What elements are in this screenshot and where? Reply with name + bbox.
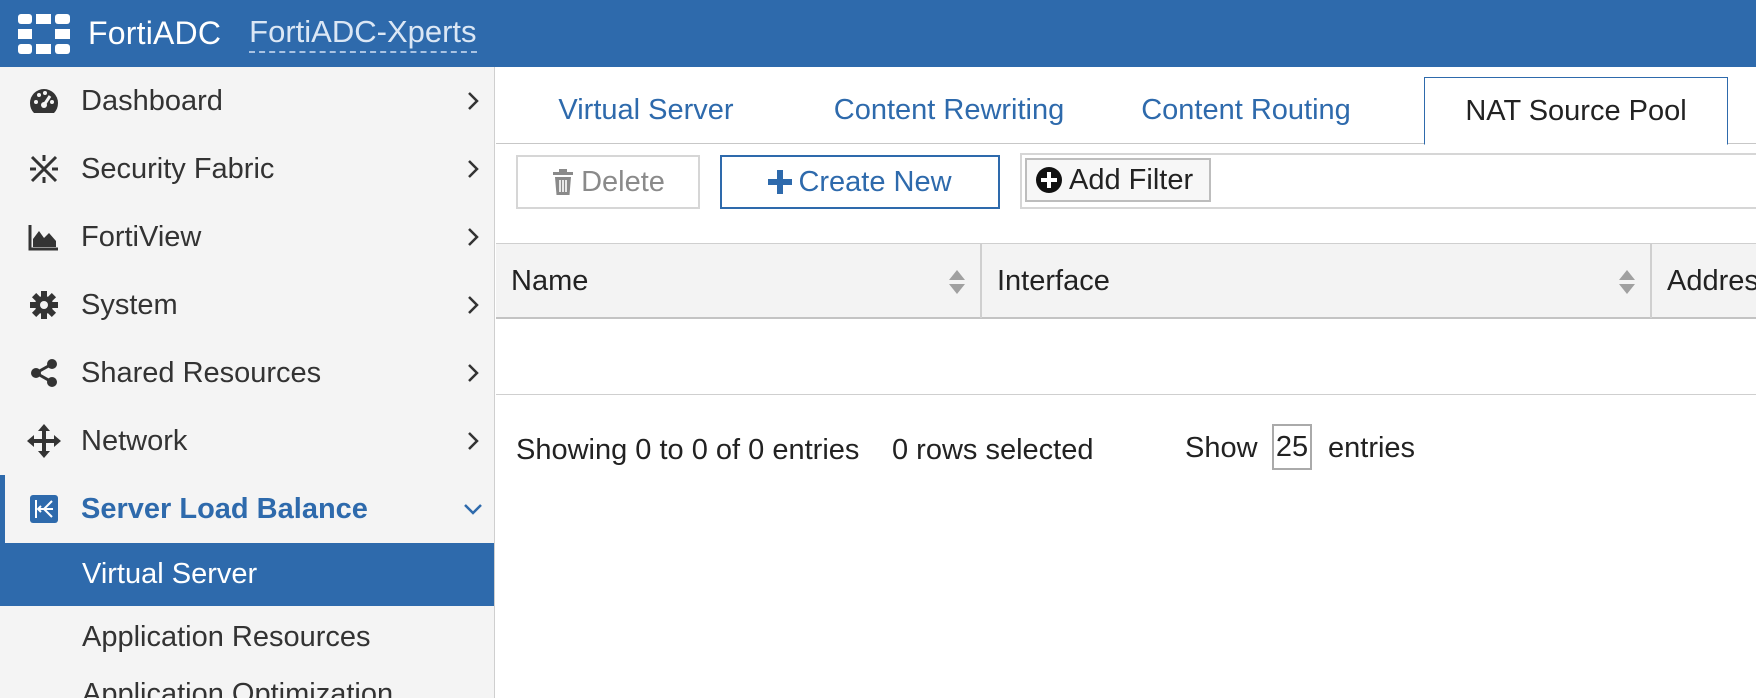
- gear-icon: [26, 287, 62, 323]
- create-new-button-label: Create New: [798, 165, 952, 198]
- hostname-link[interactable]: FortiADC-Xperts: [249, 14, 477, 53]
- sidebar-subitem-application-resources[interactable]: Application Resources: [0, 606, 494, 669]
- chevron-right-icon: [468, 160, 479, 178]
- sidebar-item-label: System: [81, 288, 178, 321]
- fortinet-logo-icon: [18, 13, 70, 54]
- tab-content-rewriting[interactable]: Content Rewriting: [814, 77, 1084, 144]
- table-header: Name Interface Address: [496, 243, 1756, 319]
- show-label: Show: [1185, 432, 1258, 464]
- add-filter-button[interactable]: Add Filter: [1025, 158, 1211, 202]
- sidebar-item-system[interactable]: System: [0, 271, 494, 339]
- sort-icon: [1619, 270, 1635, 294]
- sidebar-item-security-fabric[interactable]: Security Fabric: [0, 135, 494, 203]
- sidebar-item-label: FortiView: [81, 220, 202, 253]
- top-bar: FortiADC FortiADC-Xperts: [0, 0, 1756, 67]
- sidebar-item-label: Network: [81, 424, 188, 457]
- filter-bar[interactable]: Add Filter: [1020, 153, 1756, 209]
- column-header-name[interactable]: Name: [496, 244, 982, 318]
- sidebar-item-label: Shared Resources: [81, 356, 322, 389]
- entries-label: entries: [1328, 432, 1416, 464]
- sort-icon: [949, 270, 965, 294]
- sidebar-item-network[interactable]: Network: [0, 407, 494, 475]
- sidebar-item-fortiview[interactable]: FortiView: [0, 203, 494, 271]
- sidebar-item-dashboard[interactable]: Dashboard: [0, 67, 494, 135]
- column-header-interface[interactable]: Interface: [982, 244, 1652, 318]
- tab-virtual-server[interactable]: Virtual Server: [536, 77, 756, 144]
- rows-selected-info: 0 rows selected: [892, 434, 1094, 466]
- tab-bar: Virtual Server Content Rewriting Content…: [496, 67, 1756, 145]
- chevron-right-icon: [468, 92, 479, 110]
- delete-button-label: Delete: [581, 165, 665, 198]
- column-label: Interface: [997, 264, 1110, 297]
- product-name: FortiADC: [88, 15, 222, 51]
- sidebar-item-label: Server Load Balance: [81, 492, 368, 525]
- chevron-right-icon: [468, 296, 479, 314]
- sidebar-item-label: Security Fabric: [81, 152, 275, 185]
- entries-info: Showing 0 to 0 of 0 entries: [516, 434, 860, 466]
- tab-content-routing[interactable]: Content Routing: [1130, 77, 1362, 144]
- plus-icon: [768, 170, 793, 194]
- delete-button[interactable]: Delete: [516, 155, 700, 209]
- sidebar-subitem-virtual-server[interactable]: Virtual Server: [0, 543, 494, 606]
- chevron-right-icon: [468, 432, 479, 450]
- sidebar-item-shared-resources[interactable]: Shared Resources: [0, 339, 494, 407]
- gauge-icon: [26, 83, 62, 119]
- create-new-button[interactable]: Create New: [720, 155, 1000, 209]
- chevron-right-icon: [468, 228, 479, 246]
- share-icon: [26, 355, 62, 391]
- add-filter-label: Add Filter: [1069, 163, 1194, 196]
- chevron-down-icon: [464, 504, 482, 515]
- load-balance-icon: [26, 491, 62, 527]
- page-size-select[interactable]: 25: [1272, 424, 1312, 470]
- sidebar-item-server-load-balance[interactable]: Server Load Balance: [0, 475, 494, 543]
- move-arrows-icon: [26, 423, 62, 459]
- security-fabric-icon: [26, 151, 62, 187]
- column-header-address[interactable]: Address: [1652, 244, 1756, 318]
- plus-circle-icon: [1036, 167, 1062, 193]
- chevron-right-icon: [468, 364, 479, 382]
- tab-nat-source-pool[interactable]: NAT Source Pool: [1424, 77, 1728, 145]
- column-label: Name: [511, 264, 589, 297]
- column-label: Address: [1667, 264, 1756, 297]
- table-body-empty: [496, 319, 1756, 395]
- sidebar: Dashboard Security Fabric FortiView Syst…: [0, 67, 495, 698]
- sidebar-subitem-application-optimization[interactable]: Application Optimization: [0, 663, 494, 698]
- sidebar-item-label: Dashboard: [81, 84, 223, 117]
- trash-icon: [553, 169, 574, 195]
- main-content: Virtual Server Content Rewriting Content…: [496, 67, 1756, 698]
- area-chart-icon: [26, 219, 62, 255]
